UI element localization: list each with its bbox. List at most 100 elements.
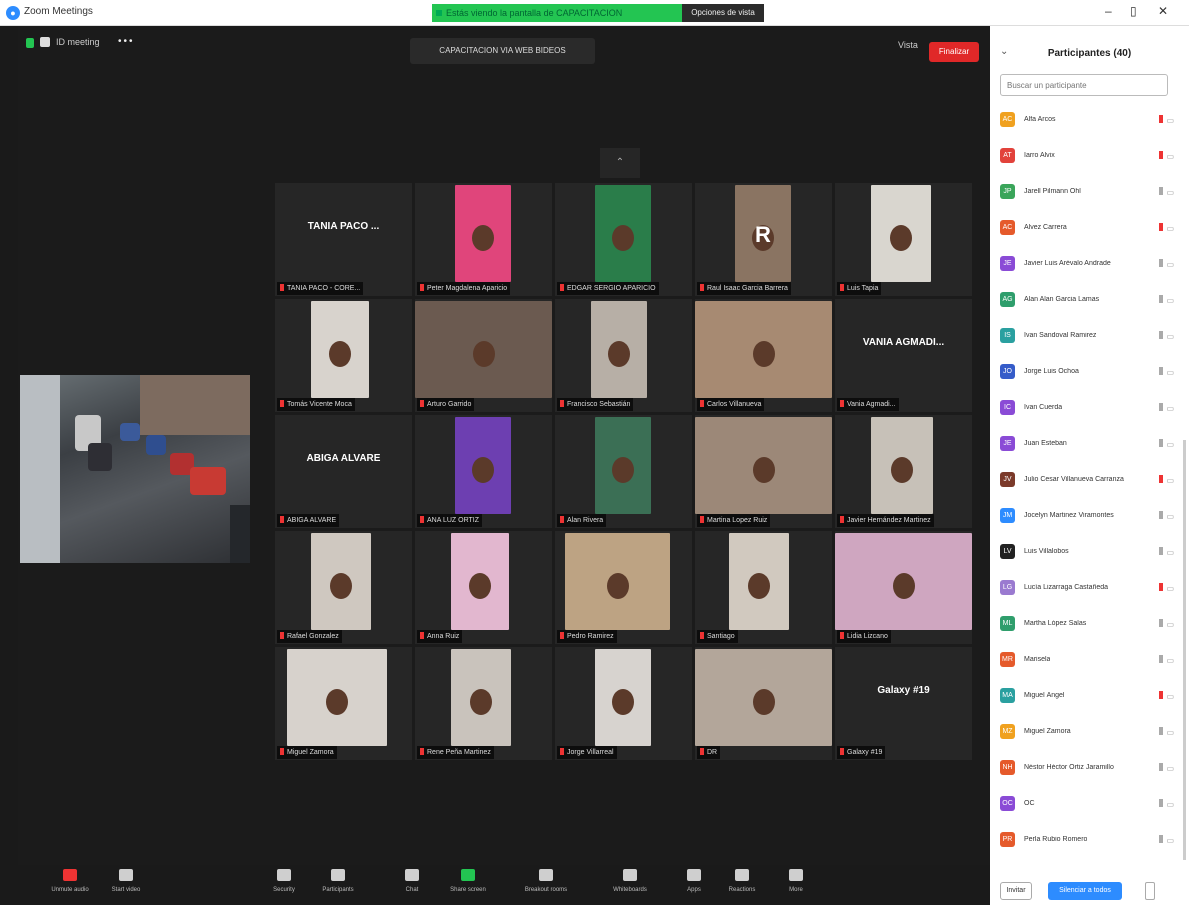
participant-row[interactable]: ML Martha López Salas ▭	[998, 608, 1174, 644]
participant-tile[interactable]: DR	[695, 647, 832, 760]
reactions-button[interactable]: Reactions	[712, 869, 772, 893]
encryption-shield-icon[interactable]	[26, 38, 34, 48]
participant-name: OC	[1024, 800, 1035, 807]
avatar: LV	[1000, 544, 1015, 559]
meeting-id[interactable]: ID meeting	[56, 37, 100, 47]
mic-muted-icon	[1159, 583, 1164, 591]
participant-tile[interactable]: ABIGA ALVARE ABIGA ALVARE	[275, 415, 412, 528]
participant-tile[interactable]: Peter Magdalena Aparicio	[415, 183, 552, 296]
participant-row[interactable]: MA Miguel Ángel ▭	[998, 680, 1174, 716]
participant-row[interactable]: JM Jocelyn Martinez Viramontes ▭	[998, 500, 1174, 536]
camera-icon: ▭	[1166, 728, 1174, 737]
participant-tile[interactable]: Francisco Sebastián	[555, 299, 692, 412]
participant-tile[interactable]: Miguel Zamora	[275, 647, 412, 760]
participant-tile[interactable]: Luis Tapia	[835, 183, 972, 296]
participant-row[interactable]: IS Ivan Sandoval Ramirez ▭	[998, 320, 1174, 356]
avatar: PR	[1000, 832, 1015, 847]
participant-name-label: Martina Lopez Ruiz	[697, 514, 771, 527]
participant-video	[595, 417, 651, 514]
participant-row[interactable]: IC Ivan Cuerda ▭	[998, 392, 1174, 428]
video-camera-button[interactable]: Start video	[96, 869, 156, 893]
participant-tile[interactable]: VANIA AGMADI... Vania Agmadi...	[835, 299, 972, 412]
video-camera-icon	[119, 869, 133, 881]
participant-name-label: DR	[697, 746, 721, 759]
mic-icon	[1159, 619, 1164, 627]
meeting-controls: Unmute audio Start video Security Participa…	[18, 865, 990, 905]
participant-tile[interactable]: Santiago	[695, 531, 832, 644]
participant-name-label: Francisco Sebastián	[557, 398, 634, 411]
minimize-icon[interactable]: –	[1105, 4, 1112, 18]
participant-row[interactable]: LV Luis Villalobos ▭	[998, 536, 1174, 572]
participant-tile[interactable]: Alan Rivera	[555, 415, 692, 528]
close-icon[interactable]: ✕	[1158, 4, 1168, 18]
participants-button[interactable]: Participants	[308, 869, 368, 893]
participant-tile[interactable]: TANIA PACO ... TANIA PACO - CORE...	[275, 183, 412, 296]
control-label: Unmute audio	[51, 887, 89, 893]
participant-row[interactable]: AC Alvez Carrera ▭	[998, 212, 1174, 248]
camera-icon: ▭	[1166, 512, 1174, 521]
participant-row[interactable]: NH Néstor Héctor Ortiz Jaramillo ▭	[998, 752, 1174, 788]
camera-icon: ▭	[1166, 476, 1174, 485]
invite-button[interactable]: Invitar	[1000, 882, 1032, 900]
participant-tile[interactable]: EDGAR SERGIO APARICIO	[555, 183, 692, 296]
participant-row[interactable]: MR Marisela ▭	[998, 644, 1174, 680]
participant-tile[interactable]: Galaxy #19 Galaxy #19	[835, 647, 972, 760]
meeting-info-icon[interactable]	[40, 37, 50, 47]
share-screen-button[interactable]: Share screen	[438, 869, 498, 893]
hide-gallery-icon[interactable]: ⌃	[600, 148, 640, 178]
security-shield-button[interactable]: Security	[254, 869, 314, 893]
participant-tile[interactable]: Jorge Villarreal	[555, 647, 692, 760]
participant-tile[interactable]: Rene Peña Martinez	[415, 647, 552, 760]
participant-tile[interactable]: Carlos Villanueva	[695, 299, 832, 412]
avatar: AC	[1000, 220, 1015, 235]
participant-row[interactable]: MZ Miguel Zamora ▭	[998, 716, 1174, 752]
participant-row[interactable]: LG Lucía Lizarraga Castañeda ▭	[998, 572, 1174, 608]
avatar: MA	[1000, 688, 1015, 703]
more-options-icon[interactable]: •••	[118, 36, 135, 47]
participant-search-input[interactable]	[1000, 74, 1168, 96]
participant-row[interactable]: OC OC ▭	[998, 788, 1174, 824]
participant-tile[interactable]: R Raul Isaac Garcia Barrera	[695, 183, 832, 296]
view-options-button[interactable]: Opciones de vista	[682, 4, 764, 22]
maximize-icon[interactable]: ▯	[1130, 4, 1137, 18]
mic-icon	[1159, 547, 1164, 555]
participant-row[interactable]: AC Alfa Arcos ▭	[998, 104, 1174, 140]
participant-video	[451, 533, 509, 630]
chat-button[interactable]: Chat	[382, 869, 442, 893]
participant-video	[595, 649, 651, 746]
participant-row[interactable]: JV Julio Cesar Villanueva Carranza ▭	[998, 464, 1174, 500]
participant-list-scrollbar[interactable]	[1183, 440, 1186, 860]
participant-name-label: Jorge Villarreal	[557, 746, 617, 759]
participant-tile[interactable]: Rafael Gonzalez	[275, 531, 412, 644]
participant-row[interactable]: JP Jarell Pilmann Ohl ▭	[998, 176, 1174, 212]
participant-tile[interactable]: Martina Lopez Ruiz	[695, 415, 832, 528]
breakout-rooms-button[interactable]: Breakout rooms	[516, 869, 576, 893]
participant-tile[interactable]: Pedro Ramirez	[555, 531, 692, 644]
participant-row[interactable]: AG Alan Alan Garcia Lamas ▭	[998, 284, 1174, 320]
participant-name-label: Rene Peña Martinez	[417, 746, 494, 759]
participant-tile[interactable]: Tomás Vicente Moca	[275, 299, 412, 412]
participant-tile[interactable]: Anna Ruiz	[415, 531, 552, 644]
panel-more-button[interactable]	[1145, 882, 1155, 900]
whiteboard-button[interactable]: Whiteboards	[600, 869, 660, 893]
participant-tile[interactable]: Javier Hernández Martinez	[835, 415, 972, 528]
mute-all-button[interactable]: Silenciar a todos	[1048, 882, 1122, 900]
participant-name-label: Arturo Garrido	[417, 398, 475, 411]
more-button[interactable]: More	[766, 869, 826, 893]
participant-name: Martha López Salas	[1024, 620, 1087, 627]
participant-row[interactable]: AT Iarro Alvix ▭	[998, 140, 1174, 176]
participant-list: AC Alfa Arcos ▭ AT Iarro Alvix ▭ JP Jarell Pilm…	[998, 104, 1174, 860]
participant-tile[interactable]: ANA LUZ ORTIZ	[415, 415, 552, 528]
participant-row[interactable]: JE Juan Esteban ▭	[998, 428, 1174, 464]
participant-name: Perla Rubio Romero	[1024, 836, 1088, 843]
avatar: AG	[1000, 292, 1015, 307]
participant-row[interactable]: JE Javier Luis Arévalo Andrade ▭	[998, 248, 1174, 284]
microphone-button[interactable]: Unmute audio	[40, 869, 100, 893]
view-button[interactable]: Vista	[898, 40, 918, 50]
participant-tile[interactable]: Arturo Garrido	[415, 299, 552, 412]
participant-video	[311, 301, 369, 398]
participant-row[interactable]: JO Jorge Luis Ochoa ▭	[998, 356, 1174, 392]
participant-tile[interactable]: Lidia Lizcano	[835, 531, 972, 644]
end-meeting-button[interactable]: Finalizar	[929, 42, 979, 62]
participant-row[interactable]: PR Perla Rubio Romero ▭	[998, 824, 1174, 860]
